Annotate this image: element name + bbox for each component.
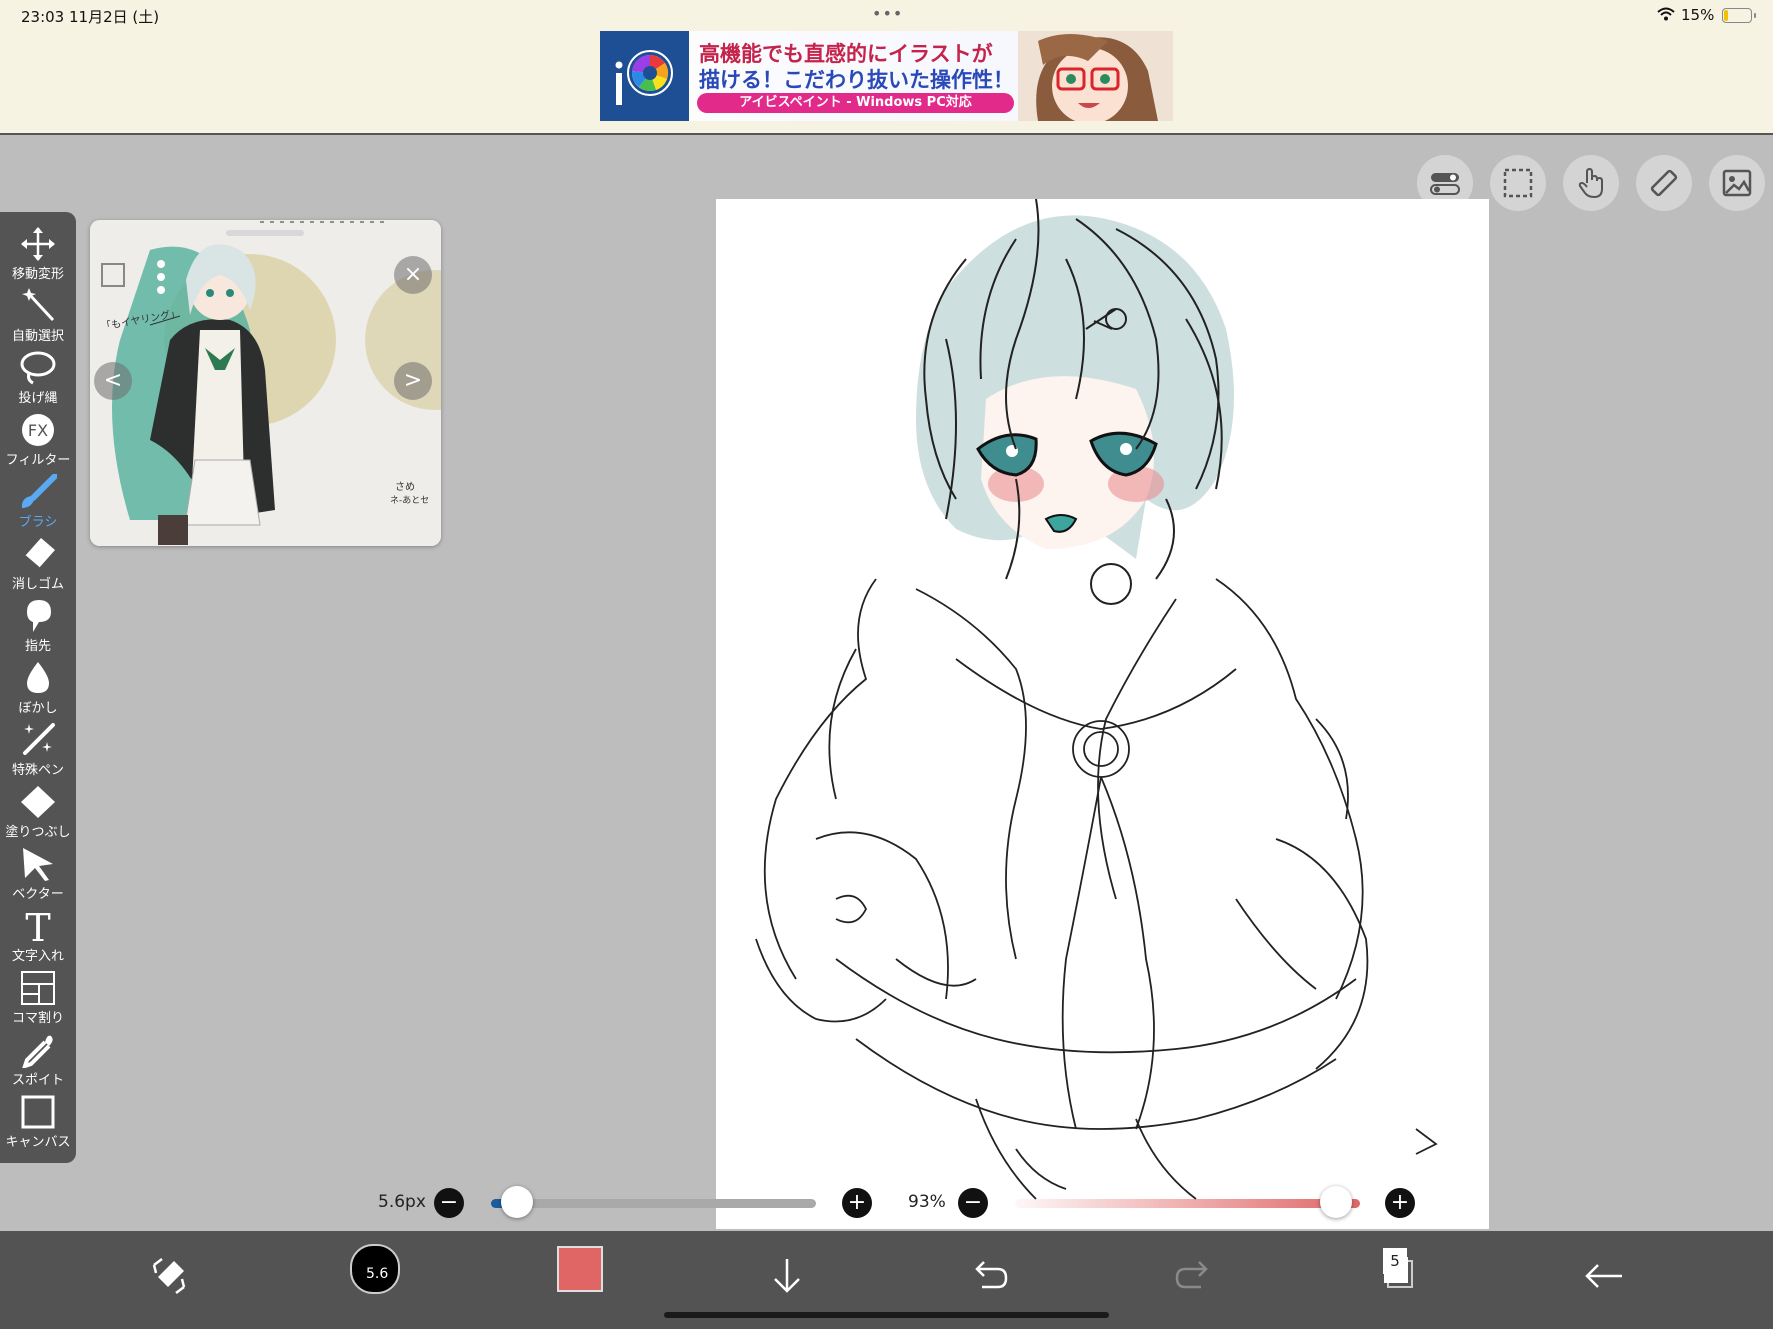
frame-divider-icon bbox=[21, 971, 55, 1005]
tool-label: 特殊ペン bbox=[11, 763, 64, 778]
home-indicator bbox=[664, 1312, 1109, 1318]
tool-sidebar: 移動変形 自動選択 投げ縄 FX フィルター ブラシ 消しゴム 指先 ぼかし 特… bbox=[0, 212, 76, 1163]
tool-blur[interactable]: ぼかし bbox=[0, 658, 76, 718]
brush-eraser-swap-icon[interactable] bbox=[144, 1251, 194, 1301]
tool-fill[interactable]: 塗りつぶし bbox=[0, 782, 76, 842]
tool-label: スポイト bbox=[11, 1073, 64, 1088]
size-increase-button[interactable]: + bbox=[842, 1188, 872, 1218]
tool-vector[interactable]: ベクター bbox=[0, 844, 76, 904]
quick-selection-button[interactable] bbox=[1490, 155, 1546, 211]
smudge-icon bbox=[27, 600, 51, 632]
tool-label: 自動選択 bbox=[11, 329, 64, 344]
svg-text:T: T bbox=[25, 908, 50, 944]
tool-label: ブラシ bbox=[18, 515, 58, 530]
brush-size-knob[interactable] bbox=[501, 1186, 533, 1218]
reference-menu-icon[interactable] bbox=[152, 258, 170, 296]
brush-size-badge: 5.6 bbox=[366, 1266, 389, 1282]
status-time: 23:03 11月2日 (土) bbox=[21, 8, 160, 26]
tool-label: 文字入れ bbox=[11, 949, 64, 964]
brush-opacity-slider[interactable] bbox=[1015, 1199, 1360, 1208]
brush-size-value: 5.6px bbox=[378, 1192, 426, 1212]
tool-label: 投げ縄 bbox=[18, 391, 58, 406]
opacity-decrease-button[interactable]: − bbox=[958, 1188, 988, 1218]
text-icon: T bbox=[25, 908, 50, 944]
tool-label: ベクター bbox=[12, 887, 64, 902]
quick-ruler-button[interactable] bbox=[1636, 155, 1692, 211]
tool-label: フィルター bbox=[5, 453, 71, 468]
canvas-artwork bbox=[755, 199, 1438, 1200]
svg-text:ネ-あとセ: ネ-あとセ bbox=[390, 495, 429, 506]
fx-filter-icon: FX bbox=[22, 414, 54, 446]
tool-label: コマ割り bbox=[11, 1011, 64, 1026]
tool-text[interactable]: T 文字入れ bbox=[0, 906, 76, 966]
quick-touch-button[interactable] bbox=[1563, 155, 1619, 211]
eyedropper-icon bbox=[22, 1035, 53, 1068]
brush-opacity-value: 93% bbox=[908, 1192, 946, 1212]
redo-icon[interactable] bbox=[1169, 1251, 1219, 1301]
ad-character-illustration bbox=[1018, 31, 1173, 121]
reference-close-button[interactable]: × bbox=[394, 256, 432, 294]
quick-material-button[interactable] bbox=[1709, 155, 1765, 211]
tool-label: 塗りつぶし bbox=[5, 825, 71, 840]
tool-label: 指先 bbox=[24, 639, 51, 654]
tool-frame-divider[interactable]: コマ割り bbox=[0, 968, 76, 1028]
selection-marquee-icon bbox=[1503, 168, 1533, 198]
reference-window[interactable]: 「もイヤリング」 さめ ネ-あとセ × < > bbox=[90, 220, 441, 546]
tool-canvas[interactable]: キャンバス bbox=[0, 1092, 76, 1152]
reference-prev-button[interactable]: < bbox=[94, 362, 132, 400]
reference-image: 「もイヤリング」 さめ ネ-あとセ bbox=[90, 220, 441, 546]
hand-touch-icon bbox=[1578, 167, 1603, 199]
fill-bucket-icon bbox=[21, 786, 55, 818]
brush-opacity-knob[interactable] bbox=[1319, 1186, 1352, 1218]
tool-move-transform[interactable]: 移動変形 bbox=[0, 224, 76, 284]
battery-percent: 15% bbox=[1681, 6, 1715, 24]
reference-drag-handle[interactable] bbox=[226, 230, 304, 236]
canvas-icon bbox=[21, 1095, 55, 1129]
toggle-switch-icon bbox=[1430, 173, 1460, 195]
ad-banner[interactable]: 高機能でも直感的にイラストが 描ける！こだわり抜いた操作性！ アイビスペイント … bbox=[600, 31, 1173, 121]
download-arrow-icon[interactable] bbox=[762, 1251, 812, 1301]
tool-brush[interactable]: ブラシ bbox=[0, 472, 76, 532]
wifi-icon bbox=[1657, 7, 1675, 21]
back-arrow-icon[interactable] bbox=[1580, 1251, 1630, 1301]
tool-special-pen[interactable]: 特殊ペン bbox=[0, 720, 76, 780]
eraser-icon bbox=[24, 538, 55, 569]
svg-text:FX: FX bbox=[28, 421, 48, 440]
tool-eyedropper[interactable]: スポイト bbox=[0, 1030, 76, 1090]
move-transform-icon bbox=[21, 227, 55, 261]
top-bar: 23:03 11月2日 (土) ••• 15% 高機能でも直感的にイラストが 描… bbox=[0, 0, 1773, 135]
brush-icon bbox=[21, 474, 57, 508]
multitask-dots[interactable]: ••• bbox=[872, 4, 903, 23]
blur-drop-icon bbox=[27, 662, 49, 693]
ad-subheadline: 描ける！こだわり抜いた操作性！ bbox=[699, 68, 1014, 92]
reference-frame-toggle-icon[interactable] bbox=[100, 262, 126, 288]
tool-label: キャンバス bbox=[5, 1135, 71, 1150]
brush-size-slider[interactable] bbox=[491, 1199, 816, 1208]
ibis-logo bbox=[600, 31, 689, 121]
special-pen-icon bbox=[23, 723, 55, 755]
color-swatch-button[interactable] bbox=[557, 1246, 603, 1292]
magic-wand-icon bbox=[22, 288, 55, 322]
lasso-icon bbox=[20, 351, 56, 385]
battery-icon bbox=[1722, 8, 1756, 23]
vector-cursor-icon bbox=[23, 848, 53, 881]
undo-icon[interactable] bbox=[964, 1251, 1014, 1301]
ad-cta-pill: アイビスペイント - Windows PC対応 bbox=[697, 93, 1014, 113]
layer-count-badge: 5 bbox=[1383, 1248, 1407, 1274]
tool-label: ぼかし bbox=[18, 701, 58, 716]
image-icon bbox=[1722, 169, 1752, 197]
svg-text:さめ: さめ bbox=[395, 481, 415, 493]
tool-lasso[interactable]: 投げ縄 bbox=[0, 348, 76, 408]
tool-label: 消しゴム bbox=[11, 577, 64, 592]
tool-smudge[interactable]: 指先 bbox=[0, 596, 76, 656]
tool-filter[interactable]: FX フィルター bbox=[0, 410, 76, 470]
ruler-icon bbox=[1650, 169, 1678, 197]
size-decrease-button[interactable]: − bbox=[434, 1188, 464, 1218]
tool-magic-wand[interactable]: 自動選択 bbox=[0, 286, 76, 346]
reference-next-button[interactable]: > bbox=[394, 362, 432, 400]
tool-label: 移動変形 bbox=[11, 267, 64, 282]
drawing-canvas[interactable] bbox=[716, 199, 1489, 1229]
tool-eraser[interactable]: 消しゴム bbox=[0, 534, 76, 594]
opacity-increase-button[interactable]: + bbox=[1385, 1188, 1415, 1218]
